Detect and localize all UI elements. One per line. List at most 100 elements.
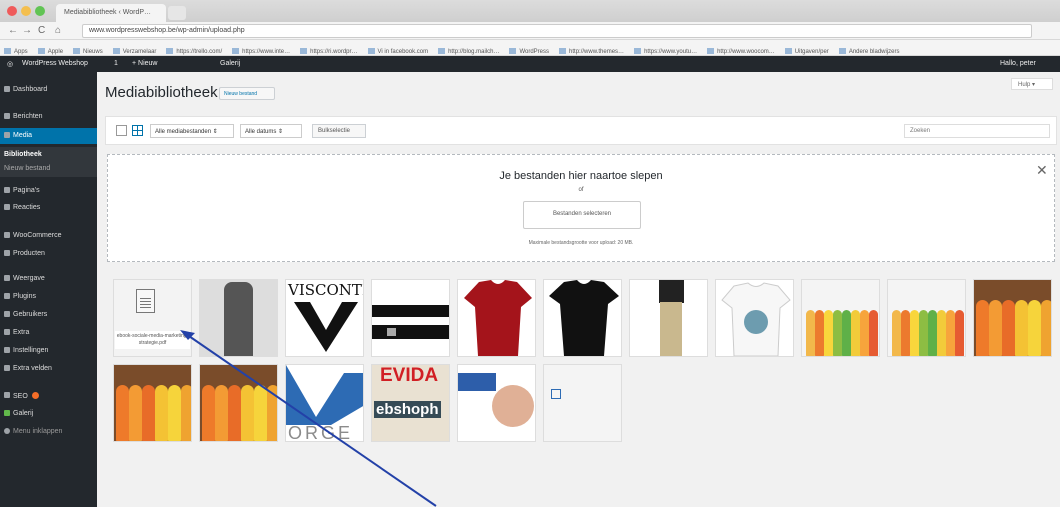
media-thumbnail-visconti-logo[interactable]: VISCONTI bbox=[285, 279, 364, 357]
bookmark[interactable]: http://www.themes… bbox=[559, 48, 624, 55]
sidebar-item-berichten[interactable]: Berichten bbox=[0, 109, 97, 125]
address-bar[interactable]: www.wordpresswebshop.be/wp-admin/upload.… bbox=[82, 24, 1032, 38]
admin-sidebar: Dashboard Berichten Media Bibliotheek Ni… bbox=[0, 72, 97, 507]
tools-icon bbox=[4, 329, 10, 335]
forward-icon[interactable]: → bbox=[22, 25, 32, 36]
media-toolbar: Alle mediabestanden ⇕ Alle datums ⇕ Bulk… bbox=[105, 116, 1057, 145]
sidebar-item-plugins[interactable]: Plugins bbox=[0, 289, 97, 305]
bookmark[interactable]: https://ri.wordpr… bbox=[300, 48, 357, 55]
media-thumbnail-evida[interactable]: EVIDA ebshoph bbox=[371, 364, 450, 442]
site-name-link[interactable]: WordPress Webshop bbox=[22, 60, 88, 67]
sidebar-item-gebruikers[interactable]: Gebruikers bbox=[0, 307, 97, 323]
media-thumbnail-orange-shirts[interactable] bbox=[973, 279, 1052, 357]
bookmark[interactable]: Nieuws bbox=[73, 48, 103, 55]
add-new-media-button[interactable]: Nieuw bestand bbox=[219, 87, 275, 100]
sidebar-item-dashboard[interactable]: Dashboard bbox=[0, 82, 97, 98]
sidebar-item-label: Media bbox=[13, 132, 33, 139]
maximize-window-icon[interactable] bbox=[35, 6, 45, 16]
media-thumbnail-orge-logo[interactable]: ORGE bbox=[285, 364, 364, 442]
help-tab[interactable]: Hulp ▾ bbox=[1011, 78, 1053, 90]
media-search-input[interactable]: Zoeken bbox=[904, 124, 1050, 138]
dropzone-or: of bbox=[578, 187, 584, 193]
media-thumbnail-marketing-image[interactable] bbox=[457, 364, 536, 442]
seo-icon bbox=[4, 392, 10, 398]
bookmark[interactable]: WordPress bbox=[509, 48, 549, 55]
wordpress-icon[interactable]: ◎ bbox=[7, 60, 13, 68]
media-thumbnail-empty[interactable] bbox=[543, 364, 622, 442]
black-tshirt-image bbox=[549, 280, 619, 356]
sidebar-item-seo[interactable]: SEO bbox=[0, 388, 97, 404]
sidebar-item-producten[interactable]: Producten bbox=[0, 246, 97, 262]
bookmark[interactable]: https://trello.com/ bbox=[166, 48, 222, 55]
bookmark[interactable]: https://www.youtu… bbox=[634, 48, 697, 55]
bulk-select-button[interactable]: Bulkselectie bbox=[312, 124, 366, 138]
sidebar-item-label: WooCommerce bbox=[13, 232, 62, 239]
bookmark[interactable]: Vi in facebook.com bbox=[368, 48, 429, 55]
sidebar-item-label: Gebruikers bbox=[13, 311, 48, 318]
minimize-window-icon[interactable] bbox=[21, 6, 31, 16]
sidebar-item-media[interactable]: Media bbox=[0, 128, 97, 144]
sidebar-item-galerij[interactable]: Galerij bbox=[0, 406, 97, 422]
products-icon bbox=[4, 250, 10, 256]
sidebar-item-reacties[interactable]: Reacties bbox=[0, 200, 97, 216]
close-window-icon[interactable] bbox=[7, 6, 17, 16]
back-icon[interactable]: ← bbox=[8, 25, 18, 36]
sidebar-item-label: Weergave bbox=[13, 275, 45, 282]
list-view-icon[interactable] bbox=[116, 125, 127, 136]
collapse-icon bbox=[4, 428, 10, 434]
bookmark[interactable]: http://www.woocom… bbox=[707, 48, 775, 55]
bookmark[interactable]: http://blog.mailch… bbox=[438, 48, 499, 55]
sidebar-item-label: Extra bbox=[13, 329, 30, 336]
media-thumbnail-document[interactable]: ebook-sociale-media-marketing-strategie.… bbox=[113, 279, 192, 357]
page-icon bbox=[4, 187, 10, 193]
sidebar-subitem-nieuw-bestand[interactable]: Nieuw bestand bbox=[0, 161, 97, 177]
media-type-filter[interactable]: Alle mediabestanden ⇕ bbox=[150, 124, 234, 138]
media-thumbnail-printed-tshirt[interactable] bbox=[715, 279, 794, 357]
pin-icon bbox=[4, 113, 10, 119]
media-thumbnail-orange-shirts[interactable] bbox=[113, 364, 192, 442]
wp-admin-bar: ◎ WordPress Webshop 1 + Nieuw Galerij Ha… bbox=[0, 56, 1060, 72]
media-grid: ebook-sociale-media-marketing-strategie.… bbox=[113, 279, 1053, 449]
new-content-link[interactable]: + Nieuw bbox=[132, 60, 157, 67]
printed-tshirt-image bbox=[721, 282, 791, 356]
orge-logo-text: ORGE bbox=[288, 423, 354, 442]
media-library-page: Mediabibliotheek Nieuw bestand Hulp ▾ Al… bbox=[97, 72, 1060, 507]
grid-view-icon[interactable] bbox=[132, 125, 143, 136]
sidebar-item-weergave[interactable]: Weergave bbox=[0, 271, 97, 287]
media-thumbnail-colored-shirts[interactable] bbox=[801, 279, 880, 357]
media-thumbnail-black-tshirt[interactable] bbox=[543, 279, 622, 357]
media-thumbnail-red-tshirt[interactable] bbox=[457, 279, 536, 357]
sidebar-item-woocommerce[interactable]: WooCommerce bbox=[0, 228, 97, 244]
users-icon bbox=[4, 311, 10, 317]
document-title: ebook-sociale-media-marketing-strategie.… bbox=[115, 331, 190, 349]
new-tab-button[interactable] bbox=[168, 6, 186, 20]
media-thumbnail-orange-shirts[interactable] bbox=[199, 364, 278, 442]
media-thumbnail-colored-shirts[interactable] bbox=[887, 279, 966, 357]
browser-tab[interactable]: Mediabibliotheek ‹ WordP… bbox=[56, 4, 166, 22]
bookmark[interactable]: Apple bbox=[38, 48, 63, 55]
sidebar-item-extra-velden[interactable]: Extra velden bbox=[0, 361, 97, 377]
select-files-button[interactable]: Bestanden selecteren bbox=[523, 201, 641, 229]
home-icon[interactable]: ⌂ bbox=[55, 25, 61, 36]
bookmark[interactable]: Apps bbox=[4, 48, 28, 55]
bookmark[interactable]: https://www.inte… bbox=[232, 48, 290, 55]
galerij-link[interactable]: Galerij bbox=[220, 60, 240, 67]
date-filter[interactable]: Alle datums ⇕ bbox=[240, 124, 302, 138]
dashboard-icon bbox=[4, 86, 10, 92]
media-thumbnail-suit[interactable] bbox=[199, 279, 278, 357]
bookmark[interactable]: Andere bladwijzers bbox=[839, 48, 900, 55]
sidebar-item-label: SEO bbox=[13, 393, 28, 400]
upload-dropzone[interactable]: ✕ Je bestanden hier naartoe slepen of Be… bbox=[107, 154, 1055, 262]
sidebar-item-instellingen[interactable]: Instellingen bbox=[0, 343, 97, 359]
bookmark[interactable]: Uitgaven/per bbox=[785, 48, 829, 55]
sidebar-item-extra[interactable]: Extra bbox=[0, 325, 97, 341]
sidebar-item-paginas[interactable]: Pagina's bbox=[0, 183, 97, 199]
media-thumbnail-trousers[interactable] bbox=[629, 279, 708, 357]
sidebar-item-label: Menu inklappen bbox=[13, 428, 63, 435]
collapse-menu-button[interactable]: Menu inklappen bbox=[0, 424, 97, 440]
reload-icon[interactable]: C bbox=[38, 25, 45, 36]
user-greeting[interactable]: Hallo, peter bbox=[1000, 60, 1036, 67]
bookmark[interactable]: Verzamelaar bbox=[113, 48, 157, 55]
comments-count[interactable]: 1 bbox=[114, 60, 118, 67]
media-thumbnail-belt[interactable] bbox=[371, 279, 450, 357]
